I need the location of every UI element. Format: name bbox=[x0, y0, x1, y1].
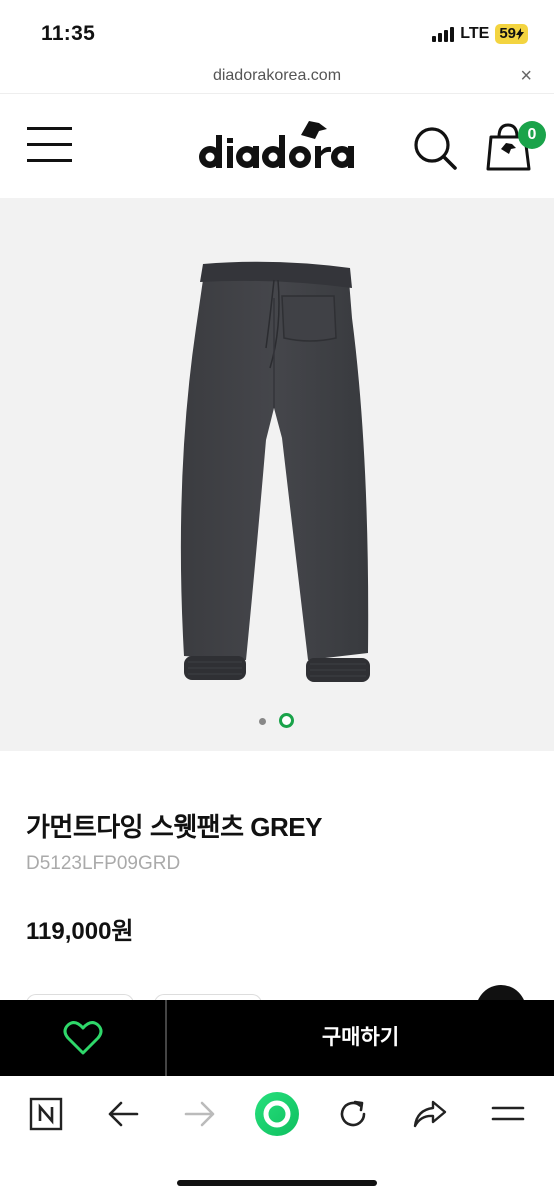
product-code: D5123LFP09GRD bbox=[26, 853, 181, 874]
home-indicator bbox=[177, 1180, 377, 1186]
network-label: LTE bbox=[460, 25, 490, 42]
search-icon[interactable] bbox=[412, 125, 458, 171]
heart-icon bbox=[63, 1021, 102, 1055]
battery-level: 59 bbox=[499, 25, 516, 42]
wishlist-button[interactable] bbox=[0, 1000, 165, 1076]
battery-icon: 59 bbox=[495, 24, 528, 44]
url-text[interactable]: diadorakorea.com bbox=[0, 67, 554, 85]
product-price: 119,000원 bbox=[26, 918, 134, 945]
signal-icon bbox=[432, 26, 455, 42]
status-bar: 11:35 LTE 59 bbox=[0, 0, 554, 62]
buy-button[interactable]: 구매하기 bbox=[167, 1000, 554, 1076]
status-indicators: LTE 59 bbox=[432, 24, 528, 44]
close-icon[interactable]: × bbox=[520, 65, 532, 88]
naver-icon[interactable] bbox=[26, 1094, 66, 1134]
gallery-dot-2-active[interactable] bbox=[279, 713, 294, 728]
browser-url-bar[interactable]: diadorakorea.com × bbox=[0, 62, 554, 94]
back-arrow-icon[interactable] bbox=[103, 1094, 143, 1134]
site-header bbox=[0, 95, 554, 197]
cart-count-badge[interactable]: 0 bbox=[518, 121, 546, 149]
product-image-sweatpants bbox=[180, 261, 370, 682]
status-time: 11:35 bbox=[41, 22, 96, 45]
product-image-gallery[interactable] bbox=[0, 198, 554, 751]
browser-toolbar bbox=[0, 1076, 554, 1200]
purchase-bar: 구매하기 bbox=[0, 1000, 554, 1076]
gallery-dot-1[interactable] bbox=[259, 718, 266, 725]
menu-icon[interactable] bbox=[488, 1094, 528, 1134]
hamburger-menu-icon[interactable] bbox=[27, 125, 72, 165]
green-home-icon[interactable] bbox=[253, 1090, 301, 1138]
diadora-logo[interactable] bbox=[197, 113, 357, 177]
product-title: 가먼트다잉 스웻팬츠 GREY bbox=[26, 812, 322, 842]
forward-arrow-icon[interactable] bbox=[180, 1094, 220, 1134]
reload-icon[interactable] bbox=[333, 1094, 373, 1134]
share-icon[interactable] bbox=[410, 1094, 450, 1134]
charging-icon bbox=[516, 28, 524, 40]
